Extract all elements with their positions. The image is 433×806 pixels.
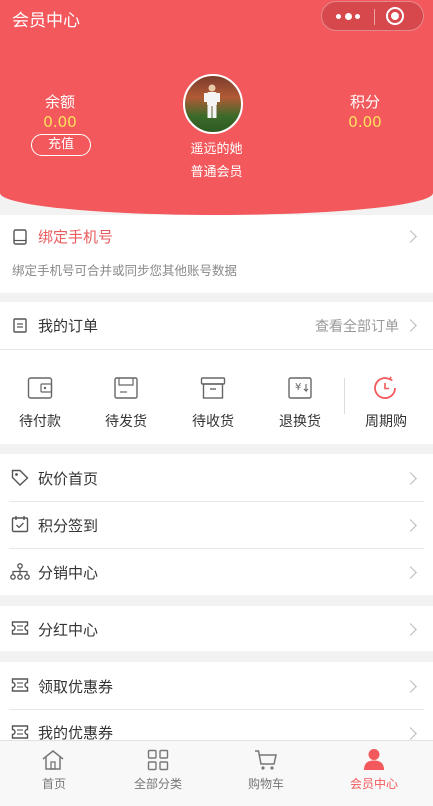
order-status-label[interactable]: 待付款	[0, 411, 80, 431]
tab-bar: 首页 全部分类 购物车 会员中心	[0, 740, 433, 806]
chevron-right-icon	[404, 519, 417, 532]
coupon-icon	[11, 725, 29, 739]
orders-title: 我的订单	[38, 317, 99, 335]
avatar-image	[204, 84, 220, 118]
menu-item-label: 领取优惠券	[38, 678, 114, 696]
avatar[interactable]	[183, 74, 243, 134]
order-status-label[interactable]: 周期购	[346, 411, 426, 431]
bind-phone-description: 绑定手机号可合并或同步您其他账号数据	[12, 263, 238, 278]
person-icon	[364, 749, 384, 770]
balance-label: 余额	[44, 93, 75, 111]
menu-item-checkin[interactable]: 积分签到	[0, 501, 433, 548]
menu-item-dividend[interactable]: 分红中心	[0, 606, 433, 651]
tab-label: 会员中心	[349, 777, 398, 791]
order-status-label[interactable]: 退换货	[260, 411, 340, 431]
menu-item-label: 我的优惠券	[38, 724, 114, 740]
points-value: 0.00	[348, 113, 382, 131]
chevron-right-icon	[404, 319, 417, 332]
member-level: 普通会员	[190, 165, 243, 180]
refund-icon[interactable]: ¥	[287, 376, 313, 400]
menu-group-2: 分红中心	[0, 606, 433, 651]
menu-item-label: 分红中心	[38, 621, 99, 639]
chevron-right-icon	[404, 623, 417, 636]
tab-cart[interactable]: 购物车	[212, 741, 320, 806]
tab-label: 全部分类	[133, 777, 182, 791]
username: 遥远的她	[190, 142, 243, 157]
calendar-icon	[11, 516, 29, 533]
more-icon[interactable]	[336, 9, 360, 23]
coupon-icon	[11, 678, 29, 692]
tab-member-center[interactable]: 会员中心	[320, 741, 428, 806]
menu-item-distribution[interactable]: 分销中心	[0, 548, 433, 595]
menu-item-label: 分销中心	[38, 564, 99, 582]
balance-value: 0.00	[43, 113, 77, 131]
chevron-right-icon	[404, 230, 417, 243]
order-status-label[interactable]: 待发货	[86, 411, 166, 431]
clock-icon[interactable]	[373, 376, 399, 400]
menu-item-label: 积分签到	[38, 517, 99, 535]
chevron-right-icon	[404, 472, 417, 485]
menu-item-my-coupons[interactable]: 我的优惠券	[0, 709, 433, 740]
order-list-icon	[13, 318, 27, 333]
menu-item-claim-coupon[interactable]: 领取优惠券	[0, 662, 433, 709]
chevron-right-icon	[404, 680, 417, 693]
chevron-right-icon	[404, 727, 417, 740]
wallet-icon[interactable]	[27, 376, 53, 400]
tab-home[interactable]: 首页	[0, 741, 108, 806]
chevron-right-icon	[404, 566, 417, 579]
tab-label: 首页	[41, 777, 66, 791]
page-title: 会员中心	[12, 11, 80, 31]
tag-icon	[11, 469, 29, 486]
bind-phone-title: 绑定手机号	[38, 228, 114, 246]
close-program-icon[interactable]	[386, 7, 404, 25]
menu-item-label: 砍价首页	[38, 470, 99, 488]
menu-group-1: 砍价首页 积分签到 分销中心	[0, 454, 433, 595]
tab-label: 购物车	[247, 777, 284, 791]
points-stat[interactable]: 积分 0.00	[335, 91, 395, 131]
package-icon[interactable]	[200, 376, 226, 400]
phone-icon	[13, 229, 27, 245]
balance-stat[interactable]: 余额 0.00	[30, 91, 90, 131]
grid-icon	[147, 749, 169, 771]
box-icon[interactable]	[113, 376, 139, 400]
view-all-orders-link[interactable]: 查看全部订单	[315, 316, 399, 336]
points-label: 积分	[349, 93, 380, 111]
ticket-icon	[11, 621, 29, 635]
bind-phone-card[interactable]: 绑定手机号 绑定手机号可合并或同步您其他账号数据	[0, 215, 433, 293]
menu-item-bargain[interactable]: 砍价首页	[0, 454, 433, 501]
cart-icon	[255, 750, 277, 770]
home-icon	[42, 750, 64, 770]
tab-categories[interactable]: 全部分类	[104, 741, 212, 806]
mini-program-capsule	[321, 1, 424, 31]
menu-group-3: 领取优惠券 我的优惠券	[0, 662, 433, 740]
member-header: 会员中心 余额 0.00 充值 遥远的她 普通会员 积分 0.00	[0, 0, 433, 215]
order-status-label[interactable]: 待收货	[173, 411, 253, 431]
svg-text:¥: ¥	[295, 382, 301, 393]
hierarchy-icon	[10, 563, 30, 580]
